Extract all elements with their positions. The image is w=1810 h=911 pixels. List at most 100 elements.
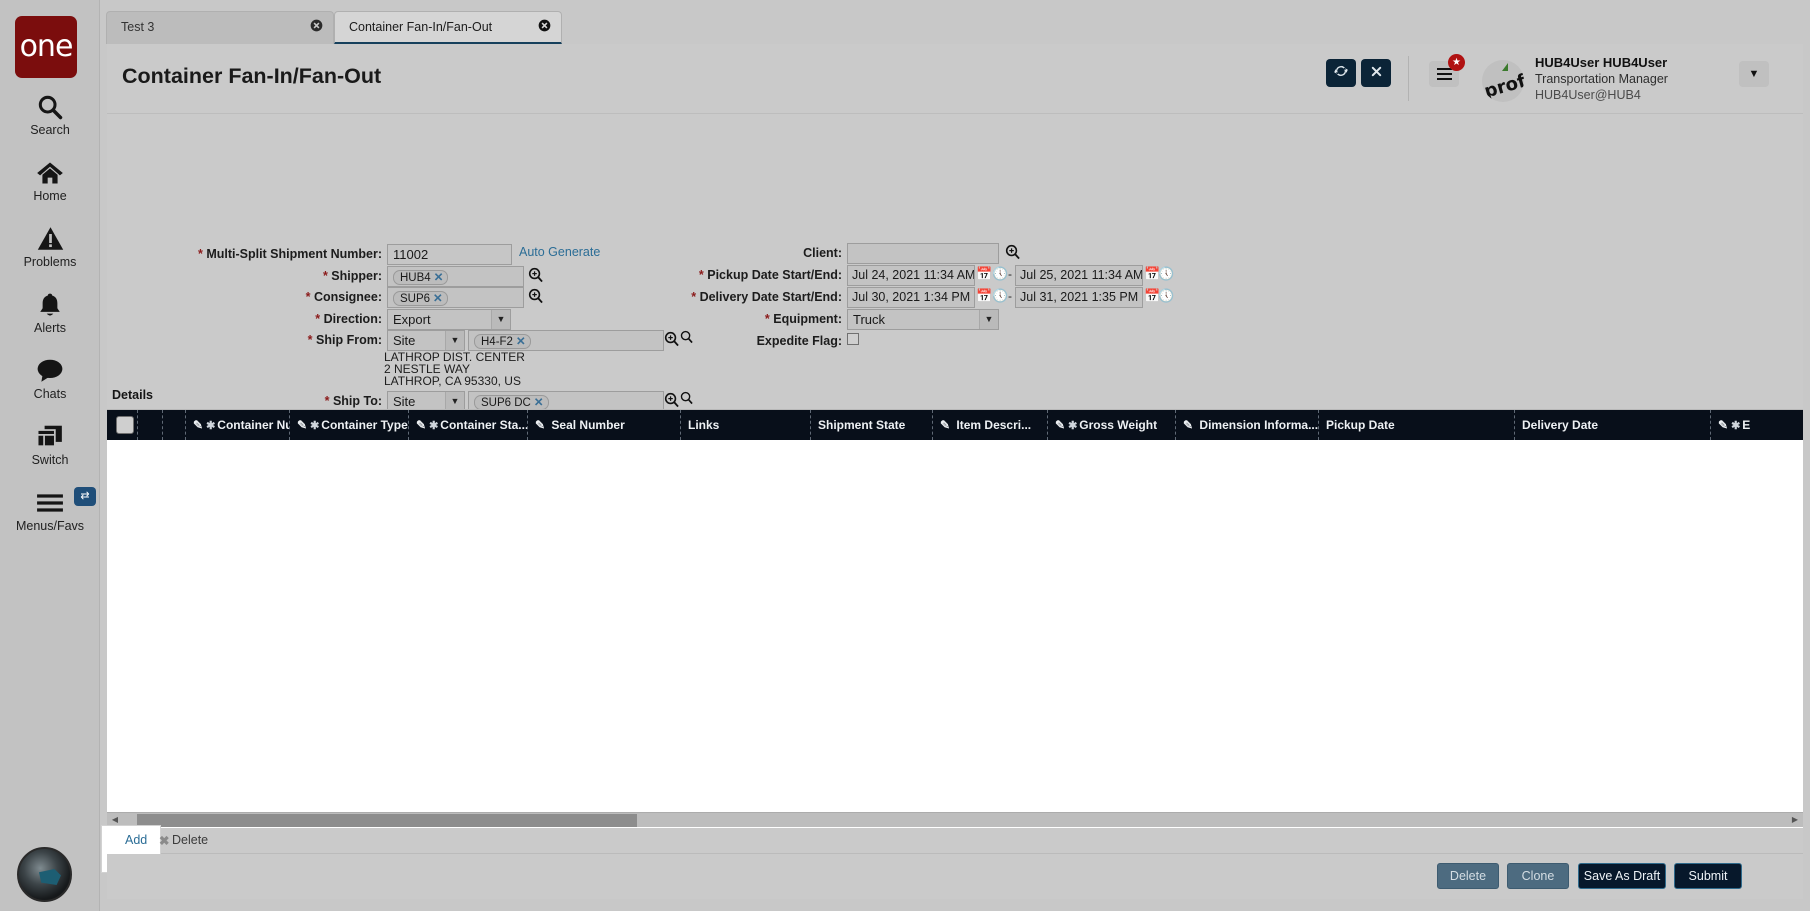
consignee-search-icon[interactable] bbox=[528, 288, 544, 306]
calendar-icon[interactable]: 📅 bbox=[976, 266, 992, 282]
user-avatar-rail[interactable] bbox=[17, 847, 72, 902]
horizontal-scrollbar[interactable]: ◀ ▶ bbox=[107, 812, 1803, 827]
tab-close-icon[interactable] bbox=[309, 19, 324, 34]
chevron-down-icon[interactable]: ▼ bbox=[445, 331, 464, 350]
shipper-search-icon[interactable] bbox=[528, 267, 544, 285]
required-asterisk: * bbox=[764, 312, 770, 326]
rail-item-chats[interactable]: Chats bbox=[0, 352, 100, 401]
close-icon[interactable] bbox=[1361, 59, 1391, 87]
refresh-icon[interactable] bbox=[1326, 59, 1356, 87]
grid-col-spacer-2 bbox=[162, 410, 185, 440]
details-grid-header: ✎✱Container Nu... ✎✱Container Type ✎✱Con… bbox=[107, 410, 1803, 440]
select-all-checkbox[interactable] bbox=[116, 416, 134, 434]
left-nav-rail: one Search Home Problems Alerts Chats Sw… bbox=[0, 0, 100, 911]
clock-icon[interactable]: 🕔 bbox=[1158, 266, 1174, 282]
auto-generate-link[interactable]: Auto Generate bbox=[519, 245, 600, 259]
delete-button[interactable]: Delete bbox=[1437, 863, 1499, 889]
clock-icon[interactable]: 🕔 bbox=[1158, 288, 1174, 304]
chip-remove-icon[interactable]: ✕ bbox=[433, 293, 443, 305]
ship-to-type-value: Site bbox=[393, 394, 416, 409]
user-info-block: HUB4User HUB4User Transportation Manager… bbox=[1535, 55, 1725, 102]
required-asterisk: ✱ bbox=[429, 420, 439, 432]
shipment-number-input[interactable]: 11002 bbox=[387, 244, 512, 265]
submit-button[interactable]: Submit bbox=[1674, 863, 1742, 889]
ship-to-lookup-icon[interactable] bbox=[680, 391, 696, 409]
rail-item-home[interactable]: Home bbox=[0, 154, 100, 203]
label-pickup-date: * Pickup Date Start/End: bbox=[698, 268, 842, 282]
rail-item-menus-favs[interactable]: Menus/Favs bbox=[0, 484, 100, 533]
consignee-chip[interactable]: SUP6 ✕ bbox=[393, 291, 448, 306]
grid-col-delivery-date[interactable]: Delivery Date bbox=[1514, 410, 1710, 440]
save-as-draft-button[interactable]: Save As Draft bbox=[1578, 863, 1666, 889]
ship-from-type-value: Site bbox=[393, 333, 416, 348]
chip-remove-icon[interactable]: ✕ bbox=[516, 336, 526, 348]
scrollbar-thumb[interactable] bbox=[137, 814, 637, 827]
edit-pencil-icon: ✎ bbox=[297, 418, 308, 432]
tab-container-fan-in-fan-out[interactable]: Container Fan-In/Fan-Out bbox=[334, 11, 562, 44]
chip-remove-icon[interactable]: ✕ bbox=[534, 397, 544, 409]
chevron-down-icon[interactable]: ▼ bbox=[491, 310, 510, 329]
grid-col-gross-weight[interactable]: ✎ ✱ Gross Weight bbox=[1047, 410, 1175, 440]
expedite-flag-checkbox[interactable] bbox=[847, 333, 859, 345]
chevron-down-icon[interactable]: ▼ bbox=[979, 310, 998, 329]
clone-button[interactable]: Clone bbox=[1507, 863, 1569, 889]
grid-col-container-type[interactable]: ✎ ✱ Container Type bbox=[289, 410, 408, 440]
direction-select[interactable]: Export ▼ bbox=[387, 309, 511, 330]
chip-remove-icon[interactable]: ✕ bbox=[434, 272, 444, 284]
grid-col-truncated-last[interactable]: ✎ ✱ E bbox=[1710, 410, 1803, 440]
tab-close-icon[interactable] bbox=[537, 19, 552, 34]
grid-col-shipment-state[interactable]: Shipment State bbox=[810, 410, 932, 440]
tab-test-3[interactable]: Test 3 bbox=[106, 11, 334, 44]
required-asterisk: * bbox=[698, 268, 704, 282]
label-direction: * Direction: bbox=[315, 312, 382, 326]
delivery-date-end-input[interactable]: Jul 31, 2021 1:35 PM EDT bbox=[1015, 287, 1143, 308]
page-header: Container Fan-In/Fan-Out ★ prof HUB4User… bbox=[107, 44, 1803, 114]
clock-icon[interactable]: 🕔 bbox=[992, 266, 1008, 282]
add-row-button[interactable]: Add bbox=[125, 833, 147, 847]
pickup-date-start-input[interactable]: Jul 24, 2021 11:34 AM CST bbox=[847, 265, 975, 286]
ship-from-type-select[interactable]: Site ▼ bbox=[387, 330, 465, 351]
required-asterisk: * bbox=[197, 247, 203, 261]
ship-to-chip[interactable]: SUP6 DC ✕ bbox=[474, 395, 549, 410]
ship-from-input[interactable]: H4-F2 ✕ bbox=[468, 330, 664, 351]
chevron-down-icon[interactable]: ▼ bbox=[1739, 61, 1769, 87]
windows-stack-icon bbox=[0, 418, 100, 452]
user-name: HUB4User HUB4User bbox=[1535, 55, 1668, 70]
grid-col-seal-number[interactable]: ✎ Seal Number bbox=[527, 410, 680, 440]
page-title: Container Fan-In/Fan-Out bbox=[122, 64, 382, 88]
bell-icon bbox=[0, 286, 100, 320]
calendar-icon[interactable]: 📅 bbox=[976, 288, 992, 304]
shipper-input[interactable]: HUB4 ✕ bbox=[387, 266, 524, 287]
label-expedite-flag: Expedite Flag: bbox=[756, 334, 842, 348]
clock-icon[interactable]: 🕔 bbox=[992, 288, 1008, 304]
ship-from-chip[interactable]: H4-F2 ✕ bbox=[474, 334, 531, 349]
rail-item-switch[interactable]: Switch bbox=[0, 418, 100, 467]
delete-row-icon[interactable]: ✖ bbox=[159, 833, 169, 848]
avatar[interactable]: prof bbox=[1482, 60, 1524, 102]
grid-col-dimension-information[interactable]: ✎ Dimension Informa... bbox=[1175, 410, 1318, 440]
delivery-date-start-input[interactable]: Jul 30, 2021 1:34 PM EDT bbox=[847, 287, 975, 308]
grid-col-item-description[interactable]: ✎ Item Descri... bbox=[932, 410, 1047, 440]
grid-col-pickup-date[interactable]: Pickup Date bbox=[1318, 410, 1514, 440]
consignee-input[interactable]: SUP6 ✕ bbox=[387, 287, 524, 308]
grid-col-container-status[interactable]: ✎ ✱ Container Sta... bbox=[408, 410, 527, 440]
client-input[interactable] bbox=[847, 243, 999, 264]
grid-col-container-number[interactable]: ✎✱Container Nu... bbox=[185, 410, 289, 440]
details-grid-body[interactable] bbox=[107, 440, 1803, 812]
delete-row-button[interactable]: Delete bbox=[172, 833, 208, 847]
scroll-right-icon[interactable]: ▶ bbox=[1788, 813, 1802, 827]
pickup-date-end-input[interactable]: Jul 25, 2021 11:34 AM CST bbox=[1015, 265, 1143, 286]
equipment-select[interactable]: Truck ▼ bbox=[847, 309, 999, 330]
rail-item-alerts[interactable]: Alerts bbox=[0, 286, 100, 335]
date-range-separator: - bbox=[1008, 289, 1012, 303]
rail-item-search[interactable]: Search bbox=[0, 88, 100, 137]
rail-label-chats: Chats bbox=[33, 387, 67, 401]
rail-item-problems[interactable]: Problems bbox=[0, 220, 100, 269]
brand-logo[interactable]: one bbox=[15, 16, 77, 78]
ship-to-search-icon[interactable] bbox=[664, 392, 680, 410]
page-footer: Delete Clone Save As Draft Submit bbox=[107, 854, 1803, 899]
grid-col-links[interactable]: Links bbox=[680, 410, 810, 440]
hamburger-icon bbox=[0, 484, 100, 518]
shipper-chip[interactable]: HUB4 ✕ bbox=[393, 270, 449, 285]
client-search-icon[interactable] bbox=[1005, 244, 1021, 262]
